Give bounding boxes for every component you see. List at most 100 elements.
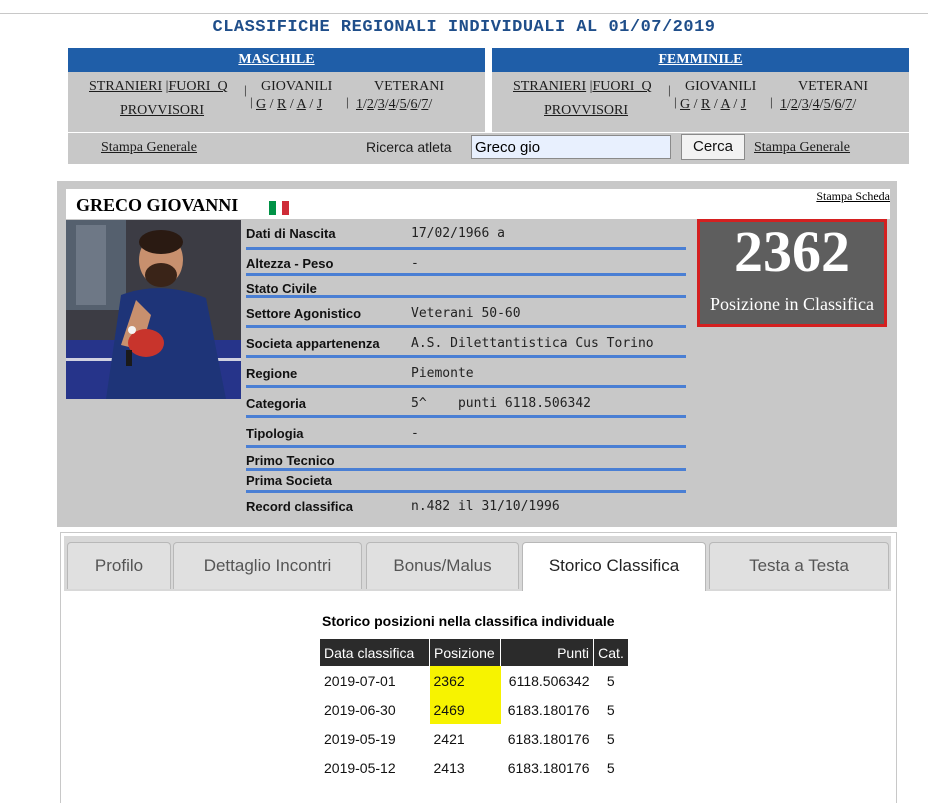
history-table: Data classifica Posizione Punti Cat. 201…: [320, 639, 628, 782]
flag-stripe: [269, 201, 276, 215]
male-giovanili-g-link[interactable]: G: [256, 97, 266, 112]
top-divider: [0, 13, 928, 14]
female-veterani-2-link[interactable]: 2: [791, 97, 798, 112]
male-nav-panel: MASCHILE STRANIERI | FUORI_Q | PROVVISORI…: [68, 48, 485, 132]
female-giovanili-a-link[interactable]: A: [720, 97, 729, 112]
female-veterani-1-link[interactable]: 1: [780, 97, 787, 112]
tab-testa-a-testa[interactable]: Testa a Testa: [709, 542, 889, 589]
info-value: 17/02/1966 a: [411, 226, 505, 241]
print-general-right-link[interactable]: Stampa Generale: [754, 140, 850, 156]
separator: |: [250, 94, 253, 109]
italy-flag-icon: [269, 201, 290, 215]
rank-box: 2362 Posizione in Classifica: [697, 219, 887, 327]
separator: |: [770, 94, 773, 109]
tab-bonus-malus[interactable]: Bonus/Malus: [366, 542, 519, 589]
info-label: Primo Tecnico: [246, 453, 335, 468]
rank-label: Posizione in Classifica: [710, 294, 874, 314]
male-header-link[interactable]: MASCHILE: [68, 48, 485, 72]
male-veterani-2-link[interactable]: 2: [367, 97, 374, 112]
page-title: CLASSIFICHE REGIONALI INDIVIDUALI AL 01/…: [212, 18, 716, 37]
female-nav-panel: FEMMINILE STRANIERI | FUORI_Q | PROVVISOR…: [492, 48, 909, 132]
male-giovanili-links: G / R / A / J: [256, 97, 323, 112]
info-label: Settore Agonistico: [246, 306, 362, 321]
male-veterani-6-link[interactable]: 6: [410, 97, 417, 112]
info-value: Veterani 50-60: [411, 306, 521, 321]
cell-punti: 6118.506342: [508, 672, 590, 689]
male-veterani-links: 1/2/3/4/5/6/7/: [356, 97, 433, 112]
table-row: 2019-05-12 2413 6183.180176 5: [320, 753, 628, 782]
female-veterani-3-link[interactable]: 3: [802, 97, 809, 112]
female-fuori-q-link[interactable]: FUORI_Q: [592, 79, 651, 94]
print-general-left-link[interactable]: Stampa Generale: [101, 140, 197, 156]
search-button[interactable]: Cerca: [681, 134, 745, 160]
tab-dettaglio-incontri[interactable]: Dettaglio Incontri: [173, 542, 362, 589]
female-stranieri-link[interactable]: STRANIERI: [513, 79, 586, 94]
cell-data: 2019-06-30: [324, 701, 396, 718]
male-veterani-7-link[interactable]: 7: [421, 97, 428, 112]
female-header-link[interactable]: FEMMINILE: [492, 48, 909, 72]
info-row-stato-civile: Stato Civile: [246, 276, 686, 298]
info-row-altezza-peso: Altezza - Peso -: [246, 250, 686, 276]
athlete-photo-image: [66, 220, 241, 399]
info-row-regione: Regione Piemonte: [246, 358, 686, 388]
female-provvisori-link[interactable]: PROVVISORI: [544, 103, 628, 118]
tab-storico-classifica[interactable]: Storico Classifica: [522, 542, 706, 591]
female-giovanili-j-link[interactable]: J: [741, 97, 746, 112]
cell-posizione: 2362: [429, 666, 501, 695]
info-label: Categoria: [246, 396, 306, 411]
info-label: Dati di Nascita: [246, 226, 336, 241]
cell-cat: 5: [606, 759, 615, 776]
info-row-categoria: Categoria 5^ punti 6118.506342: [246, 388, 686, 418]
athlete-card: GRECO GIOVANNI Stampa Scheda Dati di Nas…: [57, 181, 897, 527]
female-veterani-4-link[interactable]: 4: [813, 97, 820, 112]
info-row-record-classifica: Record classifica n.482 il 31/10/1996: [246, 493, 686, 519]
cell-data: 2019-07-01: [324, 672, 396, 689]
tabs-bar: Profilo Dettaglio Incontri Bonus/Malus S…: [64, 536, 891, 591]
cell-punti: 6183.180176: [507, 701, 590, 718]
male-provvisori-link[interactable]: PROVVISORI: [120, 103, 204, 118]
search-input[interactable]: [471, 135, 671, 159]
table-row: 2019-06-30 2469 6183.180176 5: [320, 695, 628, 724]
col-header-punti: Punti: [500, 639, 594, 666]
male-veterani-1-link[interactable]: 1: [356, 97, 363, 112]
cell-posizione: 2413: [433, 759, 465, 776]
info-label: Record classifica: [246, 499, 353, 514]
info-label: Societa appartenenza: [246, 336, 380, 351]
male-giovanili-r-link[interactable]: R: [277, 97, 286, 112]
search-bar: Stampa Generale Ricerca atleta Cerca Sta…: [68, 132, 909, 164]
female-giovanili-r-link[interactable]: R: [701, 97, 710, 112]
print-card-link[interactable]: Stampa Scheda: [816, 189, 890, 204]
info-row-settore-agonistico: Settore Agonistico Veterani 50-60: [246, 298, 686, 328]
male-stranieri-link[interactable]: STRANIERI: [89, 79, 162, 94]
cell-data: 2019-05-12: [324, 759, 396, 776]
male-giovanili-a-link[interactable]: A: [296, 97, 305, 112]
cell-posizione: 2469: [429, 695, 501, 724]
female-giovanili-label: GIOVANILI: [685, 79, 757, 94]
male-giovanili-label: GIOVANILI: [261, 79, 333, 94]
cell-posizione: 2421: [433, 730, 465, 747]
table-row: 2019-05-19 2421 6183.180176 5: [320, 724, 628, 753]
male-fuori-q-link[interactable]: FUORI_Q: [168, 79, 227, 94]
info-value: -: [411, 426, 419, 441]
tab-profilo[interactable]: Profilo: [67, 542, 171, 589]
female-veterani-6-link[interactable]: 6: [834, 97, 841, 112]
info-label: Regione: [246, 366, 298, 381]
male-giovanili-j-link[interactable]: J: [317, 97, 322, 112]
female-veterani-links: 1/2/3/4/5/6/7/: [780, 97, 857, 112]
male-veterani-5-link[interactable]: 5: [400, 97, 407, 112]
male-veterani-4-link[interactable]: 4: [389, 97, 396, 112]
col-header-data: Data classifica: [320, 639, 430, 666]
info-value: A.S. Dilettantistica Cus Torino: [411, 336, 654, 351]
female-giovanili-g-link[interactable]: G: [680, 97, 690, 112]
female-veterani-7-link[interactable]: 7: [845, 97, 852, 112]
male-veterani-3-link[interactable]: 3: [378, 97, 385, 112]
rank-number: 2362: [734, 219, 850, 284]
info-label: Tipologia: [246, 426, 304, 441]
search-label: Ricerca atleta: [366, 139, 452, 155]
female-veterani-5-link[interactable]: 5: [824, 97, 831, 112]
male-veterani-label: VETERANI: [374, 79, 444, 94]
info-row-societa: Societa appartenenza A.S. Dilettantistic…: [246, 328, 686, 358]
history-title: Storico posizioni nella classifica indiv…: [322, 613, 615, 629]
female-giovanili-links: G / R / A / J: [680, 97, 747, 112]
cell-cat: 5: [606, 730, 615, 747]
